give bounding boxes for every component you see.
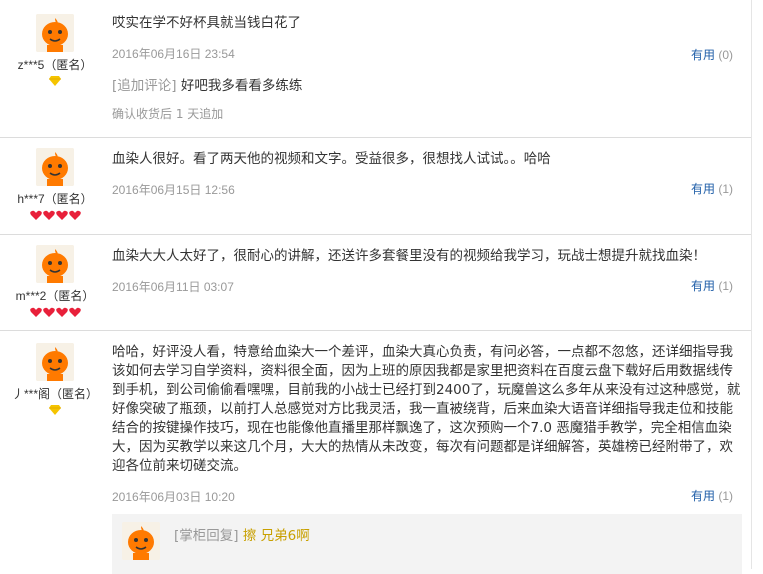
append-note: 确认收货后 1 天追加 <box>112 107 224 121</box>
red-heart-icon <box>55 210 68 220</box>
review-date: 2016年06月15日 12:56 <box>112 183 235 197</box>
reviewer-info: z***5（匿名） <box>0 14 110 90</box>
reviewer-info: h***7（匿名） <box>0 148 110 224</box>
avatar <box>36 343 74 381</box>
red-heart-icon <box>29 307 42 317</box>
taobao-avatar-icon <box>36 148 74 186</box>
gold-diamond-icon <box>49 76 61 86</box>
avatar <box>36 148 74 186</box>
seller-reply: [掌柜回复] 擦 兄弟6啊 <box>112 514 742 574</box>
useful-count: (1) <box>718 182 733 196</box>
useful-count: (1) <box>718 279 733 293</box>
useful-label[interactable]: 有用 <box>691 279 715 293</box>
reviewer-rank <box>0 76 110 90</box>
review-text: 哎实在学不好杯具就当钱白花了 <box>112 15 301 31</box>
red-heart-icon <box>55 307 68 317</box>
reply-tag: [掌柜回复] <box>174 528 239 544</box>
red-heart-icon <box>42 210 55 220</box>
review-text: 血染大大人太好了，很耐心的讲解，还送许多套餐里没有的视频给我学习，玩战士想提升就… <box>112 248 706 264</box>
reviewer-rank <box>0 405 110 419</box>
seller-reply-content: [掌柜回复] 擦 兄弟6啊 <box>174 524 310 544</box>
page-margin <box>752 0 763 569</box>
useful-button[interactable]: 有用 (1) <box>691 180 733 197</box>
red-heart-icon <box>68 307 81 317</box>
review-item: z***5（匿名） 哎实在学不好杯具就当钱白花了 2016年06月16日 23:… <box>0 0 751 138</box>
red-heart-icon <box>68 210 81 220</box>
seller-avatar <box>122 522 160 560</box>
useful-label[interactable]: 有用 <box>691 489 715 503</box>
useful-label[interactable]: 有用 <box>691 182 715 196</box>
reviewer-name: z***5（匿名） <box>17 58 93 72</box>
red-heart-icon <box>29 210 42 220</box>
taobao-avatar-icon <box>36 14 74 52</box>
review-item: 丿***阁（匿名） 哈哈，好评没人看，特意给血染大一个差评，血染大真心负责，有问… <box>0 331 751 574</box>
append-tag: [追加评论] <box>112 78 177 94</box>
taobao-avatar-icon <box>36 343 74 381</box>
avatar <box>36 14 74 52</box>
reviewer-name: h***7（匿名） <box>17 192 93 206</box>
review-item: m***2（匿名） 血染大大人太好了，很耐心的讲解，还送许多套餐里没有的视频给我… <box>0 235 751 331</box>
useful-label[interactable]: 有用 <box>691 48 715 62</box>
useful-button[interactable]: 有用 (1) <box>691 277 733 294</box>
reviewer-name: m***2（匿名） <box>15 289 95 303</box>
review-date: 2016年06月11日 03:07 <box>112 280 234 294</box>
avatar <box>36 245 74 283</box>
useful-count: (1) <box>718 489 733 503</box>
reviewer-info: m***2（匿名） <box>0 245 110 321</box>
reviewer-rank <box>0 307 110 321</box>
gold-diamond-icon <box>49 405 61 415</box>
red-heart-icon <box>42 307 55 317</box>
reply-text: 擦 兄弟6啊 <box>242 528 310 544</box>
append-text: 好吧我多看看多练练 <box>180 78 303 94</box>
review-item: h***7（匿名） 血染人很好。看了两天他的视频和文字。受益很多，很想找人试试。… <box>0 138 751 235</box>
review-text: 哈哈，好评没人看，特意给血染大一个差评，血染大真心负责，有问必答，一点都不忽悠，… <box>112 344 741 474</box>
review-date: 2016年06月16日 23:54 <box>112 47 235 61</box>
useful-button[interactable]: 有用 (0) <box>691 46 733 63</box>
taobao-avatar-icon <box>122 522 160 560</box>
append-review: [追加评论] 好吧我多看看多练练 <box>112 77 742 96</box>
reviewer-info: 丿***阁（匿名） <box>0 343 110 419</box>
taobao-avatar-icon <box>36 245 74 283</box>
useful-button[interactable]: 有用 (1) <box>691 487 733 504</box>
reviewer-rank <box>0 210 110 224</box>
useful-count: (0) <box>718 48 733 62</box>
reviewer-name: 丿***阁（匿名） <box>11 387 98 401</box>
review-text: 血染人很好。看了两天他的视频和文字。受益很多，很想找人试试。。哈哈 <box>112 151 551 167</box>
review-date: 2016年06月03日 10:20 <box>112 490 235 504</box>
